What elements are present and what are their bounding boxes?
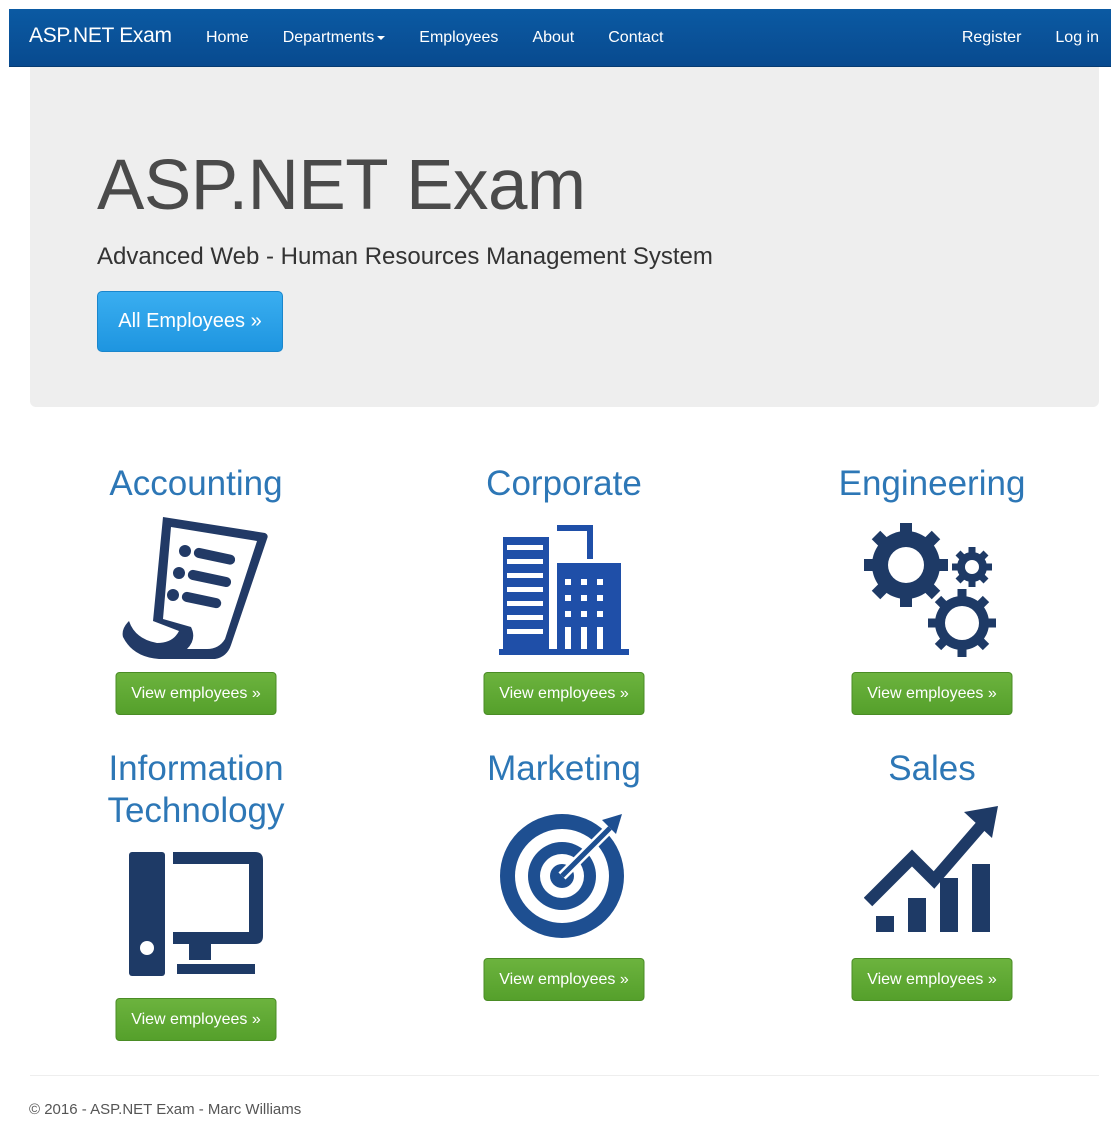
page-title: ASP.NET Exam: [97, 146, 586, 225]
nav-dropdown-departments-label: Departments: [282, 29, 375, 46]
department-card-accounting: Accounting View employees »: [26, 463, 366, 723]
building-icon: [499, 525, 629, 655]
page-subtitle: Advanced Web - Human Resources Managemen…: [97, 243, 713, 270]
department-card-information-technology: Information Technology View employees »: [26, 748, 366, 1043]
nav-dropdown-departments[interactable]: Departments: [266, 29, 403, 47]
view-employees-button[interactable]: View employees »: [115, 672, 277, 715]
department-title[interactable]: Corporate: [394, 463, 734, 505]
view-employees-button[interactable]: View employees »: [483, 672, 645, 715]
view-employees-button[interactable]: View employees »: [115, 998, 277, 1041]
navbar-brand[interactable]: ASP.NET Exam: [29, 24, 172, 48]
department-card-corporate: Corporate View employees »: [394, 463, 734, 723]
view-employees-button[interactable]: View employees »: [851, 958, 1013, 1001]
view-employees-button[interactable]: View employees »: [851, 672, 1013, 715]
page-margin-left: [0, 0, 9, 1133]
department-title[interactable]: Engineering: [762, 463, 1102, 505]
view-employees-button[interactable]: View employees »: [483, 958, 645, 1001]
nav-link-about[interactable]: About: [515, 29, 591, 47]
caret-down-icon: [377, 36, 386, 40]
nav-link-home[interactable]: Home: [189, 29, 266, 47]
growth-chart-icon: [864, 806, 998, 932]
department-title[interactable]: Information Technology: [26, 748, 366, 832]
department-title[interactable]: Accounting: [26, 463, 366, 505]
department-card-sales: Sales View employees »: [762, 748, 1102, 1008]
nav-link-login[interactable]: Log in: [1038, 29, 1111, 47]
navbar: ASP.NET Exam Home Departments Employees …: [9, 9, 1111, 67]
nav-link-contact[interactable]: Contact: [591, 29, 680, 47]
department-card-marketing: Marketing View employees »: [394, 748, 734, 1008]
invoice-icon: [122, 517, 268, 659]
department-title-line2: Technology: [107, 791, 285, 830]
target-icon: [500, 814, 624, 938]
nav-link-register[interactable]: Register: [945, 29, 1039, 47]
gears-icon: [864, 523, 996, 657]
department-card-engineering: Engineering View employees »: [762, 463, 1102, 723]
footer-copyright: © 2016 - ASP.NET Exam - Marc Williams: [29, 1101, 302, 1118]
page-margin-top: [0, 0, 1111, 9]
computer-icon: [129, 852, 263, 976]
footer-divider: [30, 1075, 1099, 1076]
navbar-account-links: Register Log in: [945, 9, 1111, 67]
all-employees-button[interactable]: All Employees »: [97, 291, 283, 352]
jumbotron: ASP.NET Exam Advanced Web - Human Resour…: [30, 67, 1099, 407]
navbar-main-links: Home Departments Employees About Contact: [189, 9, 680, 67]
department-title[interactable]: Sales: [762, 748, 1102, 790]
department-title-line1: Information: [108, 749, 284, 788]
nav-link-employees[interactable]: Employees: [402, 29, 515, 47]
department-title[interactable]: Marketing: [394, 748, 734, 790]
